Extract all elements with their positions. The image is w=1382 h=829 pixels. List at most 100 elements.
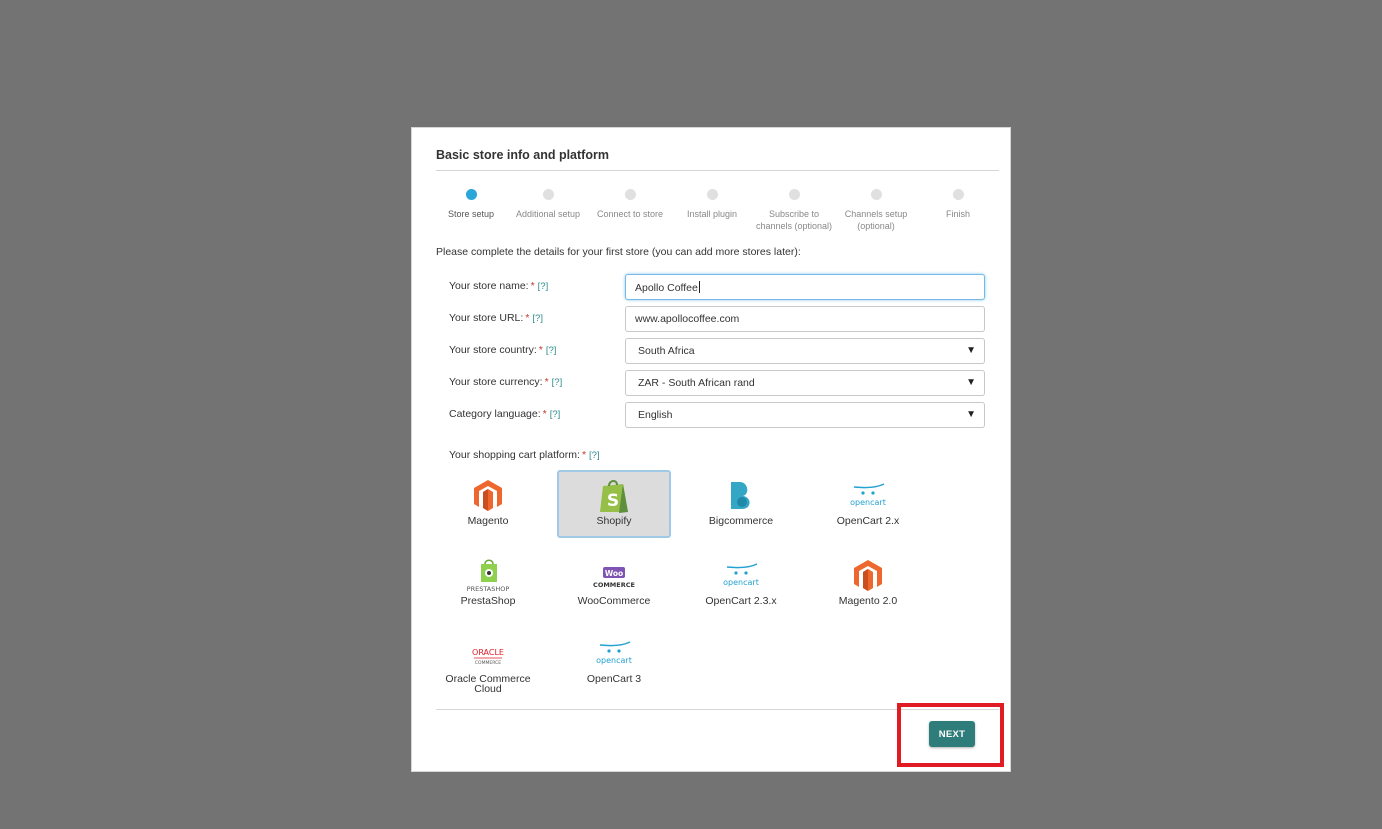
step-subscribe-channels: Subscribe to channels (optional) bbox=[753, 188, 835, 232]
required-mark: * bbox=[525, 312, 530, 324]
platform-option-woocommerce[interactable]: Woo COMMERCE WooCommerce bbox=[557, 551, 671, 619]
svg-text:opencart: opencart bbox=[723, 578, 759, 587]
label-text: Your store currency: bbox=[449, 376, 543, 388]
platform-name: Magento bbox=[467, 515, 509, 527]
help-link[interactable]: [?] bbox=[532, 313, 543, 324]
store-url-row: Your store URL: * [?] www.apollocoffee.com bbox=[449, 306, 987, 332]
required-mark: * bbox=[530, 280, 535, 292]
opencart-icon: opencart bbox=[685, 559, 797, 593]
platform-name: Shopify bbox=[596, 515, 632, 527]
step-finish: Finish bbox=[917, 188, 999, 220]
step-label: Connect to store bbox=[596, 209, 664, 219]
intro-text: Please complete the details for your fir… bbox=[436, 246, 801, 258]
platform-name: OpenCart 2.x bbox=[836, 515, 900, 527]
shopify-icon: S bbox=[559, 479, 669, 513]
input-value: www.apollocoffee.com bbox=[635, 313, 740, 325]
platform-option-opencart-23x[interactable]: opencart OpenCart 2.3.x bbox=[684, 551, 798, 619]
step-label: Additional setup bbox=[515, 209, 581, 219]
magento-icon bbox=[812, 559, 924, 593]
step-dot bbox=[542, 189, 554, 200]
svg-text:opencart: opencart bbox=[596, 656, 632, 665]
platform-name: PrestaShop bbox=[460, 595, 516, 607]
select-value: ZAR - South African rand bbox=[638, 377, 755, 389]
store-url-label: Your store URL: * [?] bbox=[449, 312, 543, 324]
dropdown-arrow-icon: ▼ bbox=[966, 377, 976, 388]
platform-name: Magento 2.0 bbox=[838, 595, 898, 607]
woocommerce-icon: Woo COMMERCE bbox=[558, 559, 670, 593]
platform-name: Oracle Commerce Cloud bbox=[445, 673, 531, 695]
step-label: Install plugin bbox=[686, 209, 738, 219]
step-install-plugin: Install plugin bbox=[671, 188, 753, 220]
required-mark: * bbox=[544, 376, 549, 388]
store-currency-select[interactable]: ZAR - South African rand ▼ bbox=[625, 370, 985, 396]
svg-text:COMMERCE: COMMERCE bbox=[593, 581, 635, 589]
label-text: Your store name: bbox=[449, 280, 529, 292]
step-dot bbox=[706, 189, 718, 200]
platform-option-magento[interactable]: Magento bbox=[431, 471, 545, 539]
step-dot bbox=[870, 189, 882, 200]
category-language-label: Category language: * [?] bbox=[449, 408, 560, 420]
svg-text:Woo: Woo bbox=[605, 569, 623, 578]
store-name-input[interactable]: Apollo Coffee bbox=[625, 274, 985, 300]
step-label: Channels setup (optional) bbox=[844, 209, 908, 231]
required-mark: * bbox=[538, 344, 543, 356]
svg-text:ORACLE: ORACLE bbox=[472, 648, 504, 657]
platform-option-prestashop[interactable]: PRESTASHOP PrestaShop bbox=[431, 551, 545, 619]
svg-text:PRESTASHOP: PRESTASHOP bbox=[467, 585, 510, 593]
help-link[interactable]: [?] bbox=[546, 345, 557, 356]
step-dot-active bbox=[465, 189, 477, 200]
store-name-label: Your store name: * [?] bbox=[449, 280, 548, 292]
oracle-icon: ORACLE COMMERCE bbox=[432, 637, 544, 671]
platform-name: WooCommerce bbox=[577, 595, 651, 607]
label-text: Your shopping cart platform: bbox=[449, 449, 580, 461]
text-cursor bbox=[698, 281, 700, 293]
platform-name: Bigcommerce bbox=[708, 515, 774, 527]
setup-stepper: Store setup Additional setup Connect to … bbox=[430, 188, 1004, 238]
required-mark: * bbox=[542, 408, 547, 420]
step-label: Store setup bbox=[447, 209, 495, 219]
label-text: Your store country: bbox=[449, 344, 537, 356]
platform-option-opencart-2x[interactable]: opencart OpenCart 2.x bbox=[811, 471, 925, 539]
store-currency-label: Your store currency: * [?] bbox=[449, 376, 562, 388]
platform-option-oracle-commerce-cloud[interactable]: ORACLE COMMERCE Oracle Commerce Cloud bbox=[431, 629, 545, 697]
category-language-row: Category language: * [?] English ▼ bbox=[449, 402, 987, 428]
platform-option-shopify[interactable]: S Shopify bbox=[557, 470, 671, 538]
help-link[interactable]: [?] bbox=[552, 377, 563, 388]
help-link[interactable]: [?] bbox=[589, 450, 600, 461]
platform-option-opencart-3[interactable]: opencart OpenCart 3 bbox=[557, 629, 671, 697]
step-dot bbox=[952, 189, 964, 200]
step-label: Subscribe to channels (optional) bbox=[755, 209, 833, 231]
store-country-label: Your store country: * [?] bbox=[449, 344, 556, 356]
select-value: South Africa bbox=[638, 345, 695, 357]
step-dot bbox=[788, 189, 800, 200]
required-mark: * bbox=[581, 449, 587, 461]
category-language-select[interactable]: English ▼ bbox=[625, 402, 985, 428]
opencart-icon: opencart bbox=[558, 637, 670, 671]
select-value: English bbox=[638, 409, 673, 421]
svg-text:opencart: opencart bbox=[850, 498, 886, 507]
step-additional-setup: Additional setup bbox=[507, 188, 589, 220]
step-store-setup: Store setup bbox=[430, 188, 512, 220]
prestashop-icon: PRESTASHOP bbox=[432, 559, 544, 593]
store-url-input[interactable]: www.apollocoffee.com bbox=[625, 306, 985, 332]
help-link[interactable]: [?] bbox=[538, 281, 549, 292]
step-channels-setup: Channels setup (optional) bbox=[835, 188, 917, 232]
store-currency-row: Your store currency: * [?] ZAR - South Afr… bbox=[449, 370, 987, 396]
magento-icon bbox=[432, 479, 544, 513]
label-text: Category language: bbox=[449, 408, 541, 420]
label-text: Your store URL: bbox=[449, 312, 524, 324]
bigcommerce-icon bbox=[685, 479, 797, 513]
input-value: Apollo Coffee bbox=[635, 282, 698, 294]
platform-option-bigcommerce[interactable]: Bigcommerce bbox=[684, 471, 798, 539]
platform-name: OpenCart 2.3.x bbox=[705, 595, 777, 607]
platform-name: OpenCart 3 bbox=[586, 673, 642, 685]
store-country-select[interactable]: South Africa ▼ bbox=[625, 338, 985, 364]
opencart-icon: opencart bbox=[812, 479, 924, 513]
step-dot bbox=[624, 189, 636, 200]
help-link[interactable]: [?] bbox=[550, 409, 561, 420]
store-name-row: Your store name: * [?] Apollo Coffee bbox=[449, 274, 987, 300]
dropdown-arrow-icon: ▼ bbox=[966, 345, 976, 356]
svg-text:S: S bbox=[607, 491, 619, 511]
step-connect-to-store: Connect to store bbox=[589, 188, 671, 220]
platform-option-magento-2[interactable]: Magento 2.0 bbox=[811, 551, 925, 619]
